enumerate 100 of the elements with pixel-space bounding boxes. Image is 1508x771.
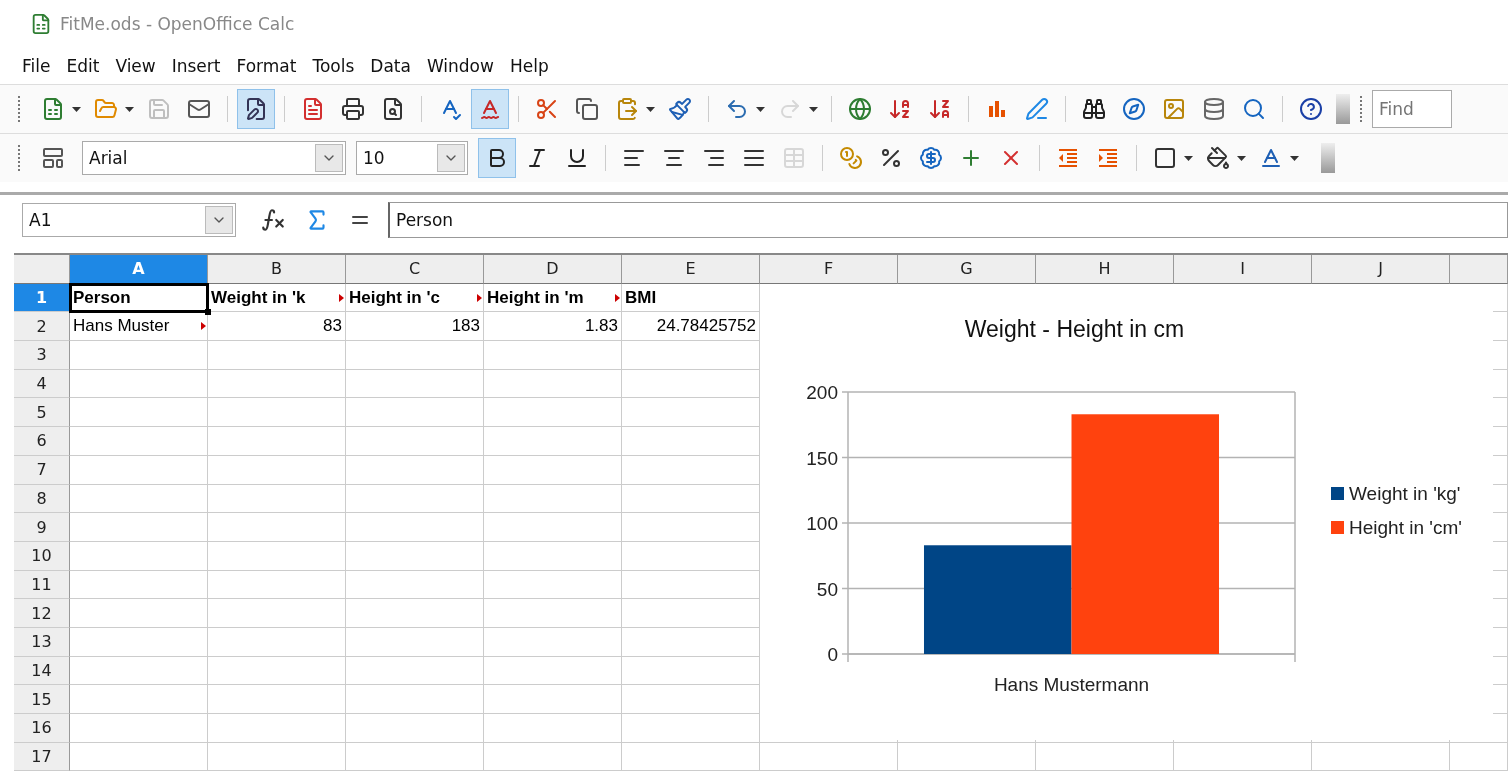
- table-cell: Weight in 'k: [208, 283, 346, 313]
- sort-ascending-icon: [888, 97, 912, 121]
- category-label: Hans Mustermann: [993, 674, 1150, 695]
- merge-cells-icon: [782, 146, 806, 170]
- caret-icon[interactable]: [756, 106, 765, 112]
- fill-handle[interactable]: [205, 309, 211, 316]
- menu-item[interactable]: Insert: [163, 54, 229, 78]
- column-header[interactable]: B: [208, 255, 346, 284]
- row-header[interactable]: 15: [14, 685, 70, 714]
- axis-tick-label: 0: [827, 644, 838, 665]
- binoculars-icon: [1082, 97, 1106, 121]
- find-field[interactable]: Find: [1372, 90, 1452, 128]
- row-header[interactable]: 8: [14, 484, 70, 514]
- column-header[interactable]: I: [1174, 255, 1312, 284]
- toolbar-button[interactable]: [478, 138, 516, 178]
- row-header[interactable]: 7: [14, 455, 70, 485]
- table-cell: Hans Muster: [70, 312, 208, 342]
- select-all-corner[interactable]: [14, 255, 70, 284]
- row-header[interactable]: 11: [14, 570, 70, 600]
- row-header[interactable]: 10: [14, 541, 70, 571]
- name-box[interactable]: A1: [22, 203, 236, 237]
- edit-file-icon: [244, 97, 268, 121]
- table-cell: 83: [208, 312, 346, 342]
- picture-frame-icon: [1162, 97, 1186, 121]
- caret-icon[interactable]: [1237, 155, 1246, 161]
- pencil-icon: [1025, 97, 1049, 121]
- sort-descending-icon: [928, 97, 952, 121]
- row-header[interactable]: 17: [14, 742, 70, 771]
- row-header[interactable]: 13: [14, 627, 70, 657]
- row-header[interactable]: 5: [14, 398, 70, 428]
- column-header[interactable]: H: [1036, 255, 1174, 284]
- font-color-icon: [1259, 146, 1283, 170]
- empty-cell: [1450, 742, 1508, 771]
- font-name-field[interactable]: Arial: [82, 141, 346, 175]
- caret-icon[interactable]: [646, 106, 655, 112]
- row-header[interactable]: 2: [14, 312, 70, 342]
- legend-swatch: [1331, 487, 1344, 500]
- caret-icon[interactable]: [72, 106, 81, 112]
- row-header[interactable]: 4: [14, 369, 70, 399]
- spreadsheet-icon: [41, 97, 65, 121]
- scissors-icon: [535, 97, 559, 121]
- menu-item[interactable]: Tools: [304, 54, 363, 78]
- undo-icon: [725, 97, 749, 121]
- row-header[interactable]: 16: [14, 714, 70, 743]
- column-header[interactable]: E: [622, 255, 760, 284]
- column-header[interactable]: [1450, 255, 1508, 284]
- caret-icon[interactable]: [1184, 155, 1193, 161]
- row-header[interactable]: 14: [14, 656, 70, 686]
- row-header[interactable]: 3: [14, 341, 70, 370]
- paint-bucket-icon: [1206, 146, 1230, 170]
- window-title: FitMe.ods - OpenOffice Calc: [60, 14, 295, 34]
- table-cell: 183: [346, 312, 484, 342]
- caret-icon[interactable]: [125, 106, 134, 112]
- table-cell: Person: [70, 283, 208, 313]
- formula-input[interactable]: Person: [388, 202, 1508, 238]
- menu-item[interactable]: Window: [418, 54, 502, 78]
- column-header[interactable]: A: [70, 255, 208, 284]
- underline-icon: [565, 146, 589, 170]
- database-icon: [1202, 97, 1226, 121]
- menu-item[interactable]: File: [14, 54, 59, 78]
- function-icon: [260, 207, 286, 233]
- indent-decrease-icon: [1056, 146, 1080, 170]
- folder-icon: [94, 97, 118, 121]
- menu-item[interactable]: Data: [362, 54, 419, 78]
- axis-tick-label: 150: [806, 447, 838, 469]
- chart-title: Weight - Height in cm: [964, 316, 1185, 342]
- column-header[interactable]: J: [1312, 255, 1450, 284]
- column-header[interactable]: D: [484, 255, 622, 284]
- column-header[interactable]: G: [898, 255, 1036, 284]
- autospellcheck-icon: [478, 97, 502, 121]
- caret-icon[interactable]: [809, 106, 818, 112]
- axis-tick-label: 200: [806, 382, 838, 403]
- row-header[interactable]: 12: [14, 599, 70, 628]
- search-icon: [1242, 97, 1266, 121]
- globe-icon: [848, 97, 872, 121]
- column-header[interactable]: F: [760, 255, 898, 284]
- row-header[interactable]: 6: [14, 427, 70, 456]
- axis-tick-label: 50: [816, 578, 838, 600]
- menu-item[interactable]: Help: [501, 54, 557, 78]
- redo-icon: [778, 97, 802, 121]
- paste-icon: [615, 97, 639, 121]
- coins-icon: [839, 146, 863, 170]
- menu-item[interactable]: View: [107, 54, 164, 78]
- caret-icon[interactable]: [1290, 155, 1299, 161]
- number-format-icon: [919, 146, 943, 170]
- menu-item[interactable]: Edit: [58, 54, 108, 78]
- indent-increase-icon: [1096, 146, 1120, 170]
- compass-icon: [1122, 97, 1146, 121]
- legend-label: Weight in 'kg': [1349, 483, 1461, 504]
- toolbar-button[interactable]: [237, 89, 275, 129]
- save-icon: [147, 97, 171, 121]
- row-header[interactable]: 9: [14, 513, 70, 542]
- column-header[interactable]: C: [346, 255, 484, 284]
- font-size-field[interactable]: 10: [356, 141, 468, 175]
- styles-icon: [41, 146, 65, 170]
- mail-icon: [187, 97, 211, 121]
- percent-icon: [879, 146, 903, 170]
- menu-item[interactable]: Format: [228, 54, 305, 78]
- page-preview-icon: [381, 97, 405, 121]
- row-header[interactable]: 1: [14, 283, 70, 313]
